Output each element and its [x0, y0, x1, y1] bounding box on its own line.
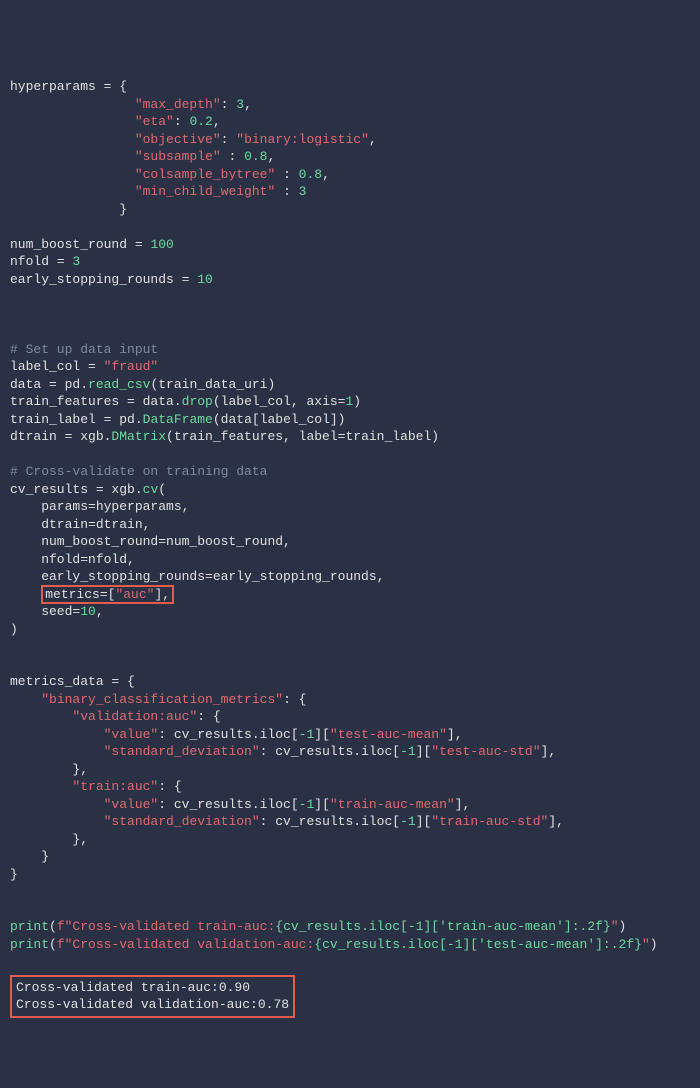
highlight-metrics-auc: metrics=["auc"], [41, 585, 174, 604]
code-line: "validation:auc": { [10, 709, 221, 724]
code-line: }, [10, 762, 88, 777]
output-line: Cross-validated train-auc:0.90 [16, 980, 250, 995]
code-line: } [10, 849, 49, 864]
code-line: train_label = pd.DataFrame(data[label_co… [10, 412, 345, 427]
code-line: print(f"Cross-validated train-auc:{cv_re… [10, 919, 626, 934]
code-line: "subsample" : 0.8, [10, 149, 275, 164]
code-line: train_features = data.drop(label_col, ax… [10, 394, 361, 409]
code-line: ) [10, 622, 18, 637]
code-line: dtrain=dtrain, [10, 517, 150, 532]
code-line: "max_depth": 3, [10, 97, 252, 112]
code-line: metrics_data = { [10, 674, 135, 689]
code-line: data = pd.read_csv(train_data_uri) [10, 377, 275, 392]
code-line: } [10, 867, 18, 882]
code-line: "value": cv_results.iloc[-1]["train-auc-… [10, 797, 470, 812]
code-line: early_stopping_rounds=early_stopping_rou… [10, 569, 384, 584]
code-line: early_stopping_rounds = 10 [10, 272, 213, 287]
code-line: "binary_classification_metrics": { [10, 692, 306, 707]
code-line: } [10, 202, 127, 217]
code-line: metrics=["auc"], [10, 585, 174, 604]
code-line: "standard_deviation": cv_results.iloc[-1… [10, 814, 564, 829]
code-line: print(f"Cross-validated validation-auc:{… [10, 937, 658, 952]
code-line: num_boost_round=num_boost_round, [10, 534, 291, 549]
code-line: "train:auc": { [10, 779, 182, 794]
code-line: seed=10, [10, 604, 104, 619]
code-line: dtrain = xgb.DMatrix(train_features, lab… [10, 429, 439, 444]
code-line: hyperparams = { [10, 79, 127, 94]
code-line: cv_results = xgb.cv( [10, 482, 166, 497]
code-line: nfold=nfold, [10, 552, 135, 567]
output-line: Cross-validated validation-auc:0.78 [16, 997, 289, 1012]
code-line: }, [10, 832, 88, 847]
code-content: hyperparams = { "max_depth": 3, "eta": 0… [10, 78, 690, 953]
code-line: "eta": 0.2, [10, 114, 221, 129]
code-line: "value": cv_results.iloc[-1]["test-auc-m… [10, 727, 463, 742]
code-line: # Set up data input [10, 342, 158, 357]
code-line: "colsample_bytree" : 0.8, [10, 167, 330, 182]
code-line: "objective": "binary:logistic", [10, 132, 377, 147]
code-line: "min_child_weight" : 3 [10, 184, 306, 199]
code-line: nfold = 3 [10, 254, 80, 269]
code-line: label_col = "fraud" [10, 359, 158, 374]
code-line: # Cross-validate on training data [10, 464, 267, 479]
code-line: params=hyperparams, [10, 499, 189, 514]
code-line: num_boost_round = 100 [10, 237, 174, 252]
code-line: "standard_deviation": cv_results.iloc[-1… [10, 744, 556, 759]
output-highlighted: Cross-validated train-auc:0.90 Cross-val… [10, 975, 295, 1018]
